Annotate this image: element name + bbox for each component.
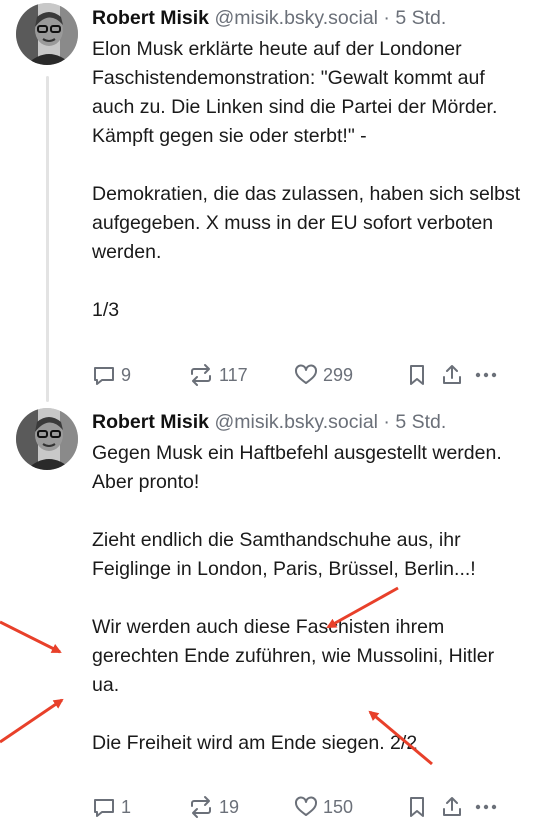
- like-button[interactable]: 299: [294, 363, 406, 387]
- author-name[interactable]: Robert Misik: [92, 7, 209, 29]
- post-paragraph: Gegen Musk ein Haftbefehl ausgestellt we…: [92, 442, 507, 493]
- separator-dot: ·: [383, 411, 390, 433]
- bookmark-button[interactable]: [406, 795, 440, 819]
- repost-count: 117: [219, 364, 248, 385]
- separator-dot: ·: [383, 7, 390, 29]
- repost-button[interactable]: 19: [188, 795, 294, 819]
- post-timestamp[interactable]: 5 Std.: [395, 7, 446, 29]
- avatar[interactable]: [16, 3, 78, 65]
- like-count: 150: [323, 796, 354, 817]
- like-button[interactable]: 150: [294, 795, 406, 819]
- reply-count: 9: [121, 364, 132, 385]
- post-paragraph: Wir werden auch diese Faschisten ihrem g…: [92, 616, 500, 696]
- post-paragraph: Elon Musk erklärte heute auf der Londone…: [92, 38, 503, 147]
- post-paragraph: Demokratien, die das zulassen, haben sic…: [92, 183, 526, 263]
- heart-icon: [294, 363, 318, 387]
- post-paragraph: Zieht endlich die Samthandschuhe aus, ih…: [92, 529, 476, 580]
- reply-button[interactable]: 9: [92, 363, 188, 387]
- annotation-arrow: [0, 698, 64, 744]
- bookmark-button[interactable]: [406, 363, 440, 387]
- speech-bubble-icon: [92, 363, 116, 387]
- more-dots-icon: [474, 795, 498, 819]
- author-handle[interactable]: @misik.bsky.social: [214, 411, 378, 433]
- share-button[interactable]: [440, 363, 474, 387]
- post-header: Robert Misik @misik.bsky.social · 5 Std.: [92, 6, 446, 30]
- author-name[interactable]: Robert Misik: [92, 411, 209, 433]
- thread-connector-line: [46, 76, 49, 402]
- author-handle[interactable]: @misik.bsky.social: [214, 7, 378, 29]
- annotation-arrow: [0, 620, 62, 654]
- avatar[interactable]: [16, 408, 78, 470]
- share-button[interactable]: [440, 795, 474, 819]
- post-actions: 9 117 299: [92, 360, 522, 390]
- post-text: Gegen Musk ein Haftbefehl ausgestellt we…: [92, 439, 522, 758]
- bookmark-icon: [406, 363, 428, 387]
- post-timestamp[interactable]: 5 Std.: [395, 411, 446, 433]
- heart-icon: [294, 795, 318, 819]
- reply-button[interactable]: 1: [92, 795, 188, 819]
- share-icon: [440, 363, 464, 387]
- repost-button[interactable]: 117: [188, 363, 294, 387]
- post-actions: 1 19 150: [92, 792, 522, 822]
- like-count: 299: [323, 364, 354, 385]
- repost-arrows-icon: [188, 795, 214, 819]
- more-dots-icon: [474, 363, 498, 387]
- more-options-button[interactable]: [474, 795, 504, 819]
- bookmark-icon: [406, 795, 428, 819]
- reply-count: 1: [121, 796, 132, 817]
- post-text: Elon Musk erklärte heute auf der Londone…: [92, 35, 522, 325]
- post-paragraph: Die Freiheit wird am Ende siegen. 2/2: [92, 732, 418, 754]
- post-paragraph: 1/3: [92, 299, 120, 321]
- post-header: Robert Misik @misik.bsky.social · 5 Std.: [92, 410, 446, 434]
- more-options-button[interactable]: [474, 363, 504, 387]
- share-icon: [440, 795, 464, 819]
- repost-count: 19: [219, 796, 240, 817]
- repost-arrows-icon: [188, 363, 214, 387]
- speech-bubble-icon: [92, 795, 116, 819]
